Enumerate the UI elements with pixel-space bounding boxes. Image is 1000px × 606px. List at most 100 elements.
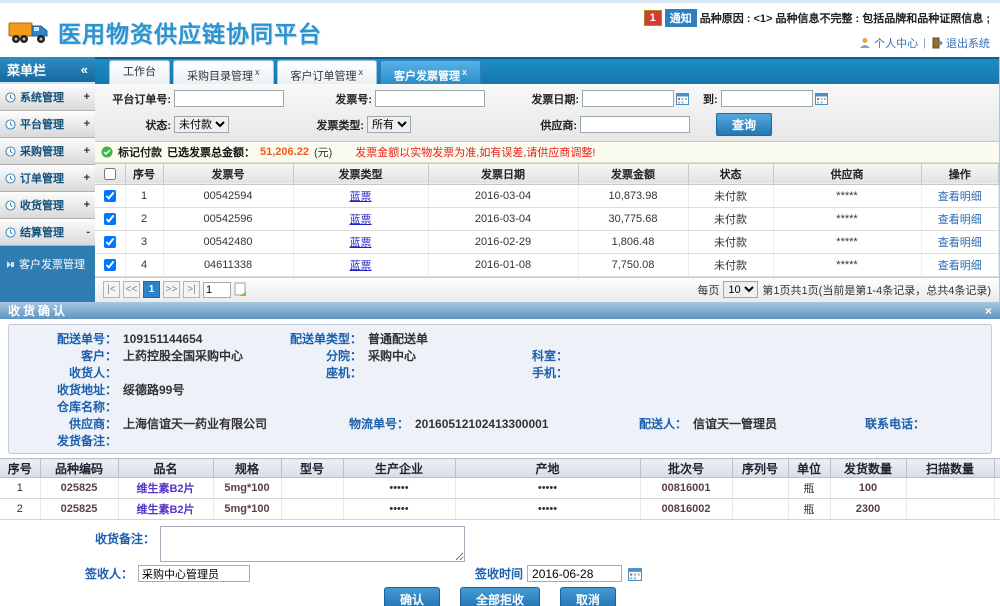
expand-plus-icon[interactable]: + <box>84 172 90 184</box>
select-all-checkbox[interactable] <box>104 168 116 180</box>
supplier-input[interactable] <box>580 116 690 133</box>
col-status: 状态 <box>688 163 773 184</box>
invoice-type-link[interactable]: 蓝票 <box>350 214 372 226</box>
mark-paid-link[interactable]: 标记付款 <box>118 144 162 160</box>
row-checkbox[interactable] <box>104 190 116 202</box>
date-to-label: 到: <box>703 91 718 107</box>
top-header: 医用物资供应链协同平台 1 通知 品种原因 : <1> 品种信息不完整 : 包括… <box>0 0 1000 57</box>
filter-panel: 平台订单号: 发票号: 发票日期: 到: 状态: <box>95 84 999 142</box>
branch-value: 采购中心 <box>362 347 480 364</box>
total-amount-value: 51,206.22 <box>260 146 309 158</box>
summary-bar: 标记付款 已选发票总金额： 51,206.22 (元) 发票金额以实物发票为准,… <box>95 142 999 162</box>
view-detail-link[interactable]: 查看明细 <box>938 237 982 249</box>
clock-icon <box>5 227 16 238</box>
view-detail-link[interactable]: 查看明细 <box>938 214 982 226</box>
col-invoice-type: 发票类型 <box>293 163 428 184</box>
page-next-button[interactable]: >> <box>163 281 180 298</box>
clock-icon <box>5 200 16 211</box>
sidebar-item-platform[interactable]: 平台管理 + <box>0 111 95 138</box>
row-checkbox[interactable] <box>104 259 116 271</box>
row-checkbox[interactable] <box>104 213 116 225</box>
col-no: 序号 <box>125 163 163 184</box>
sidebar-collapse-icon[interactable]: « <box>81 62 88 77</box>
item-name-link[interactable]: 维生素B2片 <box>136 483 194 495</box>
expand-plus-icon[interactable]: + <box>84 145 90 157</box>
per-page-select[interactable]: 10 <box>723 281 758 298</box>
refresh-page-icon[interactable] <box>234 282 248 297</box>
invoice-date-from-input[interactable] <box>582 90 674 107</box>
collapse-minus-icon[interactable]: - <box>86 226 90 238</box>
notification-bar[interactable]: 1 通知 品种原因 : <1> 品种信息不完整 : 包括品牌和品种证照信息 ; <box>644 9 990 27</box>
tab-customer-invoices[interactable]: 客户发票管理x <box>380 60 481 84</box>
supplier-label: 供应商： <box>9 415 117 432</box>
expand-plus-icon[interactable]: + <box>84 199 90 211</box>
status-label: 状态: <box>103 117 171 133</box>
tab-workbench[interactable]: 工作台 <box>109 60 170 84</box>
sidebar-item-customer-invoice[interactable]: 客户发票管理 <box>0 253 95 275</box>
invoice-type-link[interactable]: 蓝票 <box>350 260 372 272</box>
platform-order-input[interactable] <box>174 90 284 107</box>
receipt-panel-title: 收货确认 <box>8 302 68 319</box>
page-last-button[interactable]: >| <box>183 281 200 298</box>
delivery-no-label: 配送单号： <box>9 330 117 347</box>
mobile-label: 手机： <box>480 364 568 381</box>
expand-plus-icon[interactable]: + <box>84 91 90 103</box>
calendar-icon[interactable] <box>628 567 642 581</box>
sidebar-item-settlement[interactable]: 结算管理 - <box>0 219 95 246</box>
page-number-input[interactable] <box>203 282 231 298</box>
pagination-summary: 第1页共1页(当前是第1-4条记录，总共4条记录) <box>762 282 991 298</box>
pagination-bar: |< << 1 >> >| 每页 10 第1页共1页(当前是第1-4条记录，总共… <box>95 277 999 302</box>
sidebar-item-orders[interactable]: 订单管理 + <box>0 165 95 192</box>
total-amount-unit: (元) <box>314 144 332 160</box>
invoice-type-link[interactable]: 蓝票 <box>350 191 372 203</box>
item-name-link[interactable]: 维生素B2片 <box>136 504 194 516</box>
view-detail-link[interactable]: 查看明细 <box>938 260 982 272</box>
col-item-serial: 序列号 <box>732 459 788 478</box>
expand-plus-icon[interactable]: + <box>84 118 90 130</box>
sidebar-item-receiving[interactable]: 收货管理 + <box>0 192 95 219</box>
invoice-no-input[interactable] <box>375 90 485 107</box>
notification-message: 品种原因 : <1> 品种信息不完整 : 包括品牌和品种证照信息 ; <box>700 10 990 26</box>
receipt-remark-label: 收货备注： <box>0 526 155 547</box>
ship-remark-label: 发货备注： <box>9 432 117 449</box>
calendar-icon[interactable] <box>676 92 689 105</box>
invoice-type-select[interactable]: 所有 <box>367 116 411 133</box>
sign-time-input[interactable] <box>527 565 622 582</box>
tab-close-icon[interactable]: x <box>462 67 467 77</box>
page-prev-button[interactable]: << <box>123 281 140 298</box>
search-button[interactable]: 查询 <box>716 113 772 136</box>
sidebar-item-system[interactable]: 系统管理 + <box>0 84 95 111</box>
close-icon[interactable]: × <box>985 304 992 318</box>
col-invoice-amount: 发票金额 <box>578 163 688 184</box>
signer-input[interactable] <box>138 565 250 582</box>
invoice-type-label: 发票类型: <box>304 117 364 133</box>
view-detail-link[interactable]: 查看明细 <box>938 191 982 203</box>
tab-close-icon[interactable]: x <box>359 67 364 77</box>
total-amount-label: 已选发票总金额： <box>167 144 255 160</box>
invoice-type-link[interactable]: 蓝票 <box>350 237 372 249</box>
deliverer-value: 信谊天一管理员 <box>687 415 837 432</box>
receipt-remark-textarea[interactable] <box>160 526 465 562</box>
reject-all-button[interactable]: 全部拒收 <box>460 587 540 606</box>
row-checkbox[interactable] <box>104 236 116 248</box>
logout-link[interactable]: 退出系统 <box>931 35 990 51</box>
invoice-no-label: 发票号: <box>312 91 372 107</box>
confirm-button[interactable]: 确认 <box>384 587 440 606</box>
page-current[interactable]: 1 <box>143 281 160 298</box>
calendar-icon[interactable] <box>815 92 828 105</box>
tab-close-icon[interactable]: x <box>255 67 260 77</box>
item-row: 2 025825 维生素B2片 5mg*100 ••••• ••••• 0081… <box>0 499 1000 520</box>
status-badge: 未付款 <box>688 207 773 230</box>
invoice-date-label: 发票日期: <box>513 91 579 107</box>
table-row: 2 00542596 蓝票 2016-03-04 30,775.68 未付款 *… <box>95 207 999 230</box>
profile-link[interactable]: 个人中心 <box>859 35 918 51</box>
col-item-code: 品种编码 <box>40 459 118 478</box>
cancel-button[interactable]: 取消 <box>560 587 616 606</box>
status-badge: 未付款 <box>688 253 773 276</box>
status-select[interactable]: 未付款 <box>174 116 229 133</box>
page-first-button[interactable]: |< <box>103 281 120 298</box>
sidebar-item-procurement[interactable]: 采购管理 + <box>0 138 95 165</box>
tab-procurement-catalog[interactable]: 采购目录管理x <box>173 60 274 84</box>
tab-customer-orders[interactable]: 客户订单管理x <box>277 60 378 84</box>
invoice-date-to-input[interactable] <box>721 90 813 107</box>
